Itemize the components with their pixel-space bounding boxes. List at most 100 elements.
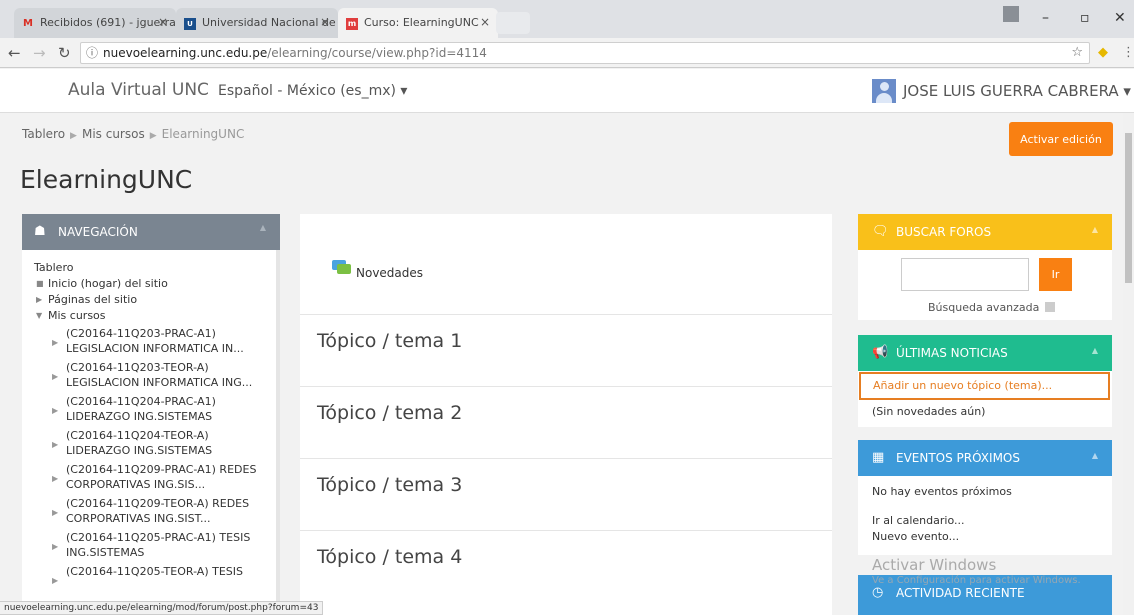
reload-icon[interactable]: ↻ [58,44,71,62]
menu-icon[interactable]: ⋮ [1122,45,1134,60]
expand-icon[interactable]: ▶ [52,539,58,554]
news-forum-link[interactable]: Novedades [356,266,423,280]
nav-course-item[interactable]: ▶ (C20164-11Q204-PRAC-A1) LIDERAZGO ING.SI… [34,394,280,424]
minimize-icon[interactable]: – [1042,10,1049,26]
avatar[interactable] [872,79,896,103]
search-go-button[interactable]: Ir [1039,258,1072,291]
site-header: Aula Virtual UNC Español - México (es_mx… [0,69,1134,113]
back-icon[interactable]: ← [8,44,21,62]
sitemap-icon: ☗ [34,224,46,239]
navigation-block: ☗ NAVEGACIÓN ▲ Tablero ■ Inicio (hogar) d… [22,214,280,615]
profile-icon[interactable] [1003,6,1019,22]
expand-icon[interactable]: ▶ [52,437,58,452]
navigation-block-header: ☗ NAVEGACIÓN ▲ [22,214,280,250]
page-title: ElearningUNC [20,165,193,194]
expand-icon[interactable]: ▶ [52,369,58,384]
forum-search-input[interactable] [901,258,1029,291]
topic-section-1[interactable]: Tópico / tema 1 [300,315,832,387]
no-events-text: No hay eventos próximos [872,485,1012,498]
page-scrollbar[interactable] [1123,113,1134,615]
windows-activation-hint: Ve a Configuración para activar Windows. [872,575,1081,586]
new-tab-button[interactable] [496,12,530,34]
maximize-icon[interactable]: ▫ [1080,10,1090,26]
breadcrumb: Tablero ▶ Mis cursos ▶ ElearningUNC [22,127,244,141]
browser-tab-gmail[interactable]: M Recibidos (691) - jguerra × [14,8,176,38]
no-news-text: (Sin novedades aún) [872,405,986,418]
collapse-arrow-icon[interactable]: ▼ [36,308,42,324]
new-event-link[interactable]: Nuevo evento... [872,530,959,543]
course-content: Novedades Tópico / tema 1 Tópico / tema … [300,214,832,615]
expand-icon[interactable]: ▶ [52,471,58,486]
expand-icon[interactable]: ▶ [52,505,58,520]
address-bar-row: ← → ↻ ⓘ nuevoelearning.unc.edu.pe/elearn… [0,38,1134,68]
browser-tab-elearning[interactable]: m Curso: ElearningUNC × [338,8,498,38]
close-icon[interactable]: × [158,15,168,29]
go-to-calendar-link[interactable]: Ir al calendario... [872,514,964,527]
expand-icon[interactable]: ▶ [52,335,58,350]
upcoming-events-block: ▦ EVENTOS PRÓXIMOS ▲ No hay eventos próx… [858,440,1112,555]
close-icon[interactable]: × [320,15,330,29]
nav-course-item[interactable]: ▶ (C20164-11Q205-TEOR-A) TESIS [34,564,280,585]
nav-item-dashboard[interactable]: Tablero [34,260,280,276]
bookmark-star-icon[interactable]: ☆ [1071,43,1083,63]
url-host: nuevoelearning.unc.edu.pe [103,46,268,60]
unc-icon: U [184,18,196,30]
forward-icon[interactable]: → [33,44,46,62]
site-brand[interactable]: Aula Virtual UNC [68,80,209,100]
nav-course-item[interactable]: ▶ (C20164-11Q203-PRAC-A1) LEGISLACION INFO… [34,326,280,356]
clock-icon: ◷ [872,585,884,600]
status-bar-url: nuevoelearning.unc.edu.pe/elearning/mod/… [0,601,324,615]
breadcrumb-separator-icon: ▶ [149,131,157,141]
megaphone-icon: 📢 [872,345,889,360]
browser-tab-unc[interactable]: U Universidad Nacional de × [176,8,338,38]
upcoming-events-title: EVENTOS PRÓXIMOS [896,451,1020,465]
nav-item-my-courses[interactable]: ▼ Mis cursos [34,308,280,324]
forum-icon [332,260,351,276]
expand-icon[interactable]: ▶ [36,292,42,308]
breadcrumb-current[interactable]: ElearningUNC [162,127,245,141]
advanced-search-row: Búsqueda avanzada [928,301,1056,314]
navigation-scrollbar[interactable] [276,250,280,615]
browser-tab-bar: M Recibidos (691) - jguerra × U Universi… [0,0,1134,38]
nav-item-site-home[interactable]: ■ Inicio (hogar) del sitio [34,276,280,292]
collapse-icon[interactable]: ▲ [1092,225,1098,234]
collapse-icon[interactable]: ▲ [1092,346,1098,355]
bullet-icon: ■ [36,279,44,288]
topic-section-4[interactable]: Tópico / tema 4 [300,531,832,603]
nav-item-site-pages[interactable]: ▶ Páginas del sitio [34,292,280,308]
recent-activity-title: ACTIVIDAD RECIENTE [896,586,1025,600]
topic-section-2[interactable]: Tópico / tema 2 [300,387,832,459]
breadcrumb-separator-icon: ▶ [70,131,77,141]
expand-icon[interactable]: ▶ [52,403,58,418]
tab-title: Universidad Nacional de [202,16,336,29]
expand-icon[interactable]: ▶ [52,573,58,588]
upcoming-events-header: ▦ EVENTOS PRÓXIMOS ▲ [858,440,1112,476]
search-forums-title: BUSCAR FOROS [896,225,992,239]
close-icon[interactable]: × [480,15,490,29]
scrollbar-thumb[interactable] [1125,133,1132,283]
nav-course-item[interactable]: ▶ (C20164-11Q209-TEOR-A) REDES CORPORATIVA… [34,496,280,526]
help-icon[interactable] [1045,302,1056,312]
window-close-icon[interactable]: ✕ [1114,10,1126,26]
collapse-icon[interactable]: ▲ [1092,451,1098,460]
tab-title: Curso: ElearningUNC [364,16,479,29]
nav-course-item[interactable]: ▶ (C20164-11Q204-TEOR-A) LIDERAZGO ING.SIS… [34,428,280,458]
url-input[interactable]: ⓘ nuevoelearning.unc.edu.pe/elearning/co… [80,42,1090,64]
info-icon[interactable]: ⓘ [86,43,98,63]
add-new-topic-link[interactable]: Añadir un nuevo tópico (tema)... [859,372,1110,400]
nav-course-item[interactable]: ▶ (C20164-11Q205-PRAC-A1) TESIS ING.SISTEM… [34,530,280,560]
nav-course-item[interactable]: ▶ (C20164-11Q209-PRAC-A1) REDES CORPORATIV… [34,462,280,492]
extension-icon[interactable]: ◆ [1098,45,1108,60]
calendar-icon: ▦ [872,450,885,465]
advanced-search-link[interactable]: Búsqueda avanzada [928,301,1039,314]
topic-section-3[interactable]: Tópico / tema 3 [300,459,832,531]
user-menu[interactable]: JOSE LUIS GUERRA CABRERA ▾ [903,82,1131,100]
breadcrumb-home[interactable]: Tablero [22,127,65,141]
general-section: Novedades [300,214,832,315]
turn-editing-on-button[interactable]: Activar edición [1009,122,1113,156]
nav-course-item[interactable]: ▶ (C20164-11Q203-TEOR-A) LEGISLACION INFOR… [34,360,280,390]
breadcrumb-courses[interactable]: Mis cursos [82,127,145,141]
latest-news-header: 📢 ÚLTIMAS NOTICIAS ▲ [858,335,1112,371]
collapse-icon[interactable]: ▲ [260,223,266,232]
language-menu[interactable]: Español - México (es_mx) ▾ [218,83,407,99]
